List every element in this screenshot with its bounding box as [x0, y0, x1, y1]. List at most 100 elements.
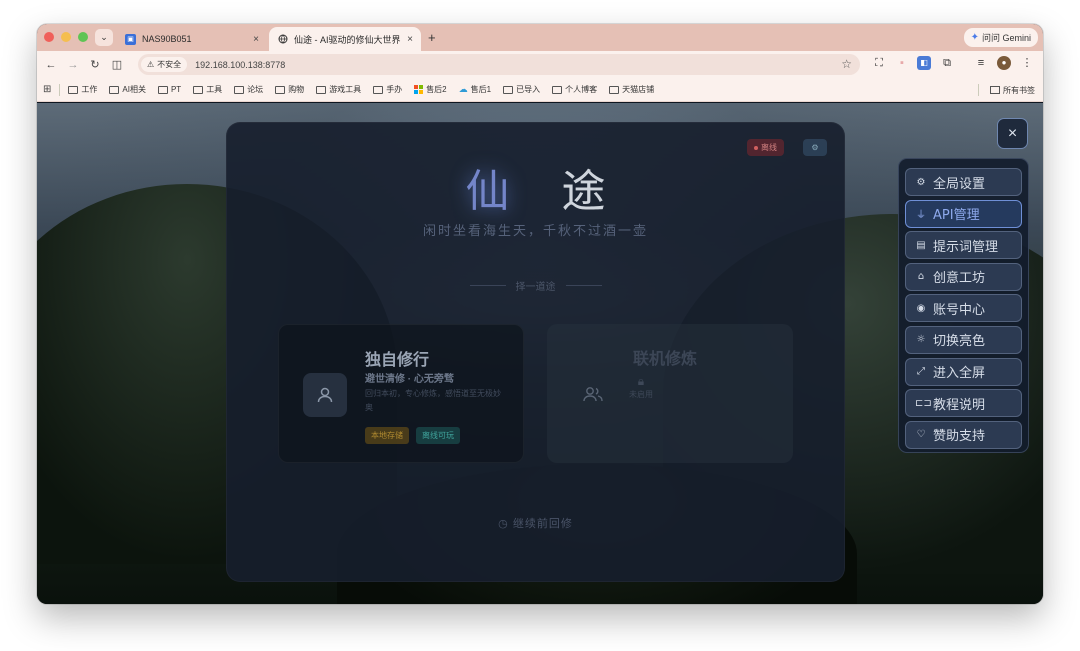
solo-mode-title: 独自修行	[365, 350, 430, 369]
bookmark-link[interactable]: ☁ 售后1	[459, 84, 491, 95]
menu-item-sponsor[interactable]: ♡ 赞助支持	[905, 420, 1022, 449]
bookmark-folder[interactable]: AI相关	[109, 84, 146, 95]
gemini-label: 问问 Gemini	[981, 33, 1031, 43]
browser-window: ⌄ ▣ NAS90B051 × 仙途 - AI驱动的修仙大世界 | AI × +…	[37, 24, 1043, 604]
folder-icon	[275, 85, 286, 94]
gear-icon: ⚙	[811, 143, 819, 152]
tab-nas[interactable]: ▣ NAS90B051 ×	[117, 27, 267, 51]
menu-item-fullscreen[interactable]: ⤢ 进入全屏	[905, 357, 1022, 386]
warning-triangle-icon: ⚠	[147, 60, 155, 69]
new-tab-button[interactable]: +	[428, 30, 436, 45]
screenshot-ext-icon[interactable]: ⛶	[872, 56, 886, 70]
tab-close-icon[interactable]: ×	[253, 34, 259, 45]
all-bookmarks-button[interactable]: 所有书签	[978, 84, 1035, 96]
bookmark-folder[interactable]: PT	[157, 85, 182, 94]
menu-item-tutorial[interactable]: ⊏⊐ 教程说明	[905, 389, 1022, 418]
bookmark-folder[interactable]: 游戏工具	[316, 84, 361, 95]
multiplayer-status: 未启用	[629, 390, 653, 399]
side-menu: ⚙ 全局设置 ⏚ API管理 ▤ 提示词管理 ⌂ 创意工坊 ◉ 账号中心 ☼ 切…	[898, 158, 1029, 453]
bookmark-label: 手办	[386, 85, 403, 94]
bookmark-star-icon[interactable]: ☆	[841, 57, 852, 71]
multiplayer-mode-card[interactable]: 联机修炼 🔒︎ 未启用	[547, 324, 793, 463]
bookmark-folder[interactable]: 工作	[68, 84, 97, 95]
menu-item-api-management[interactable]: ⏚ API管理	[905, 199, 1022, 228]
users-icon	[571, 372, 615, 416]
bookmark-label: PT	[170, 85, 182, 94]
continue-button[interactable]: ◷ 继续前回修	[227, 515, 844, 531]
bookmark-folder[interactable]: 已导入	[503, 84, 540, 95]
card-settings-button[interactable]: ⚙	[803, 139, 827, 156]
bookmark-folder[interactable]: 工具	[193, 84, 222, 95]
bookmark-label: 游戏工具	[329, 85, 362, 94]
folder-icon	[68, 85, 79, 94]
solo-mode-tags: 本地存储 离线可玩	[365, 427, 460, 444]
solo-mode-card[interactable]: 独自修行 避世清修 · 心无旁骛 回归本初，专心修炼，感悟道至无极妙奥 本地存储…	[278, 324, 524, 463]
bookmark-label: 论坛	[247, 85, 264, 94]
more-menu-icon[interactable]: ⋮	[1020, 56, 1034, 70]
menu-item-label: 赞助支持	[933, 429, 986, 445]
menu-item-label: 创意工坊	[933, 271, 986, 287]
folder-icon	[157, 85, 168, 94]
bookmark-label: 工作	[81, 85, 98, 94]
bookmark-folder[interactable]: 天猫店铺	[609, 84, 654, 95]
gemini-button[interactable]: ✦ 问问 Gemini	[963, 28, 1038, 47]
url-text[interactable]: 192.168.100.138:8778	[195, 60, 285, 70]
bookmark-folder[interactable]: 手办	[373, 84, 402, 95]
minimize-window-button[interactable]	[61, 32, 71, 42]
extensions-puzzle-icon[interactable]: ⧉	[940, 56, 954, 70]
multiplayer-locked: 🔒︎ 未启用	[629, 374, 653, 400]
bookmark-folder[interactable]: 购物	[275, 84, 304, 95]
extension-icon[interactable]: ▪	[895, 56, 909, 70]
address-bar[interactable]: ⚠ 不安全 192.168.100.138:8778 ☆	[138, 54, 860, 75]
menu-item-toggle-theme[interactable]: ☼ 切换亮色	[905, 325, 1022, 354]
book-icon: ⊏⊐	[915, 397, 932, 409]
sun-icon: ☼	[916, 334, 926, 346]
maximize-window-button[interactable]	[78, 32, 88, 42]
tab-close-icon[interactable]: ×	[407, 34, 413, 45]
divider-line	[469, 285, 506, 286]
browser-toolbar: ← → ↻ ◫ ⚠ 不安全 192.168.100.138:8778 ☆ ⛶ ▪…	[37, 51, 1043, 78]
solo-mode-subtitle: 避世清修 · 心无旁骛	[365, 374, 454, 385]
menu-item-label: 全局设置	[933, 176, 986, 192]
menu-item-global-settings[interactable]: ⚙ 全局设置	[905, 168, 1022, 196]
split-view-icon[interactable]: ◫	[106, 58, 128, 71]
menu-item-creative-workshop[interactable]: ⌂ 创意工坊	[905, 262, 1022, 291]
cloud-icon: ☁	[458, 84, 468, 94]
bookmark-folder[interactable]: 个人博客	[552, 84, 597, 95]
security-label: 不安全	[157, 60, 182, 69]
bookmark-label: 天猫店铺	[622, 85, 655, 94]
profile-avatar[interactable]: ●	[997, 56, 1011, 70]
store-icon: ⌂	[917, 271, 925, 283]
online-status-badge[interactable]: 离线	[747, 139, 784, 156]
nas-favicon-icon: ▣	[125, 33, 136, 45]
tag-local-storage: 本地存储	[365, 427, 409, 444]
back-arrow-icon[interactable]: ←	[40, 59, 62, 71]
menu-item-prompt-management[interactable]: ▤ 提示词管理	[905, 231, 1022, 260]
window-controls	[44, 32, 88, 42]
bookmark-label: AI相关	[122, 85, 146, 94]
close-window-button[interactable]	[44, 32, 54, 42]
extension-blue-icon[interactable]: ◧	[917, 56, 931, 70]
tab-xiantu[interactable]: 仙途 - AI驱动的修仙大世界 | AI ×	[269, 27, 421, 51]
choose-path-divider: 择一道途	[227, 278, 844, 293]
folder-icon	[109, 85, 120, 94]
reading-list-icon[interactable]: ≡	[974, 56, 988, 70]
continue-label: 继续前回修	[512, 518, 573, 530]
bookmark-folder[interactable]: 论坛	[234, 84, 263, 95]
reload-icon[interactable]: ↻	[84, 58, 106, 71]
bookmark-link[interactable]: 售后2	[414, 84, 447, 95]
folder-icon	[552, 85, 563, 94]
logo-char-xian: 仙	[465, 166, 562, 217]
choose-path-label: 择一道途	[515, 282, 556, 293]
status-dot-icon	[754, 145, 758, 150]
security-chip[interactable]: ⚠ 不安全	[141, 57, 188, 72]
folder-icon	[503, 85, 514, 94]
menu-item-account-center[interactable]: ◉ 账号中心	[905, 294, 1022, 323]
apps-grid-icon[interactable]: ⊞	[43, 84, 51, 95]
close-menu-button[interactable]: ×	[997, 118, 1028, 149]
forward-arrow-icon[interactable]: →	[62, 59, 84, 71]
bookmark-label: 工具	[206, 85, 223, 94]
gear-icon: ⚙	[916, 176, 926, 188]
tab-search-button[interactable]: ⌄	[95, 29, 113, 46]
menu-item-label: 切换亮色	[933, 334, 986, 350]
